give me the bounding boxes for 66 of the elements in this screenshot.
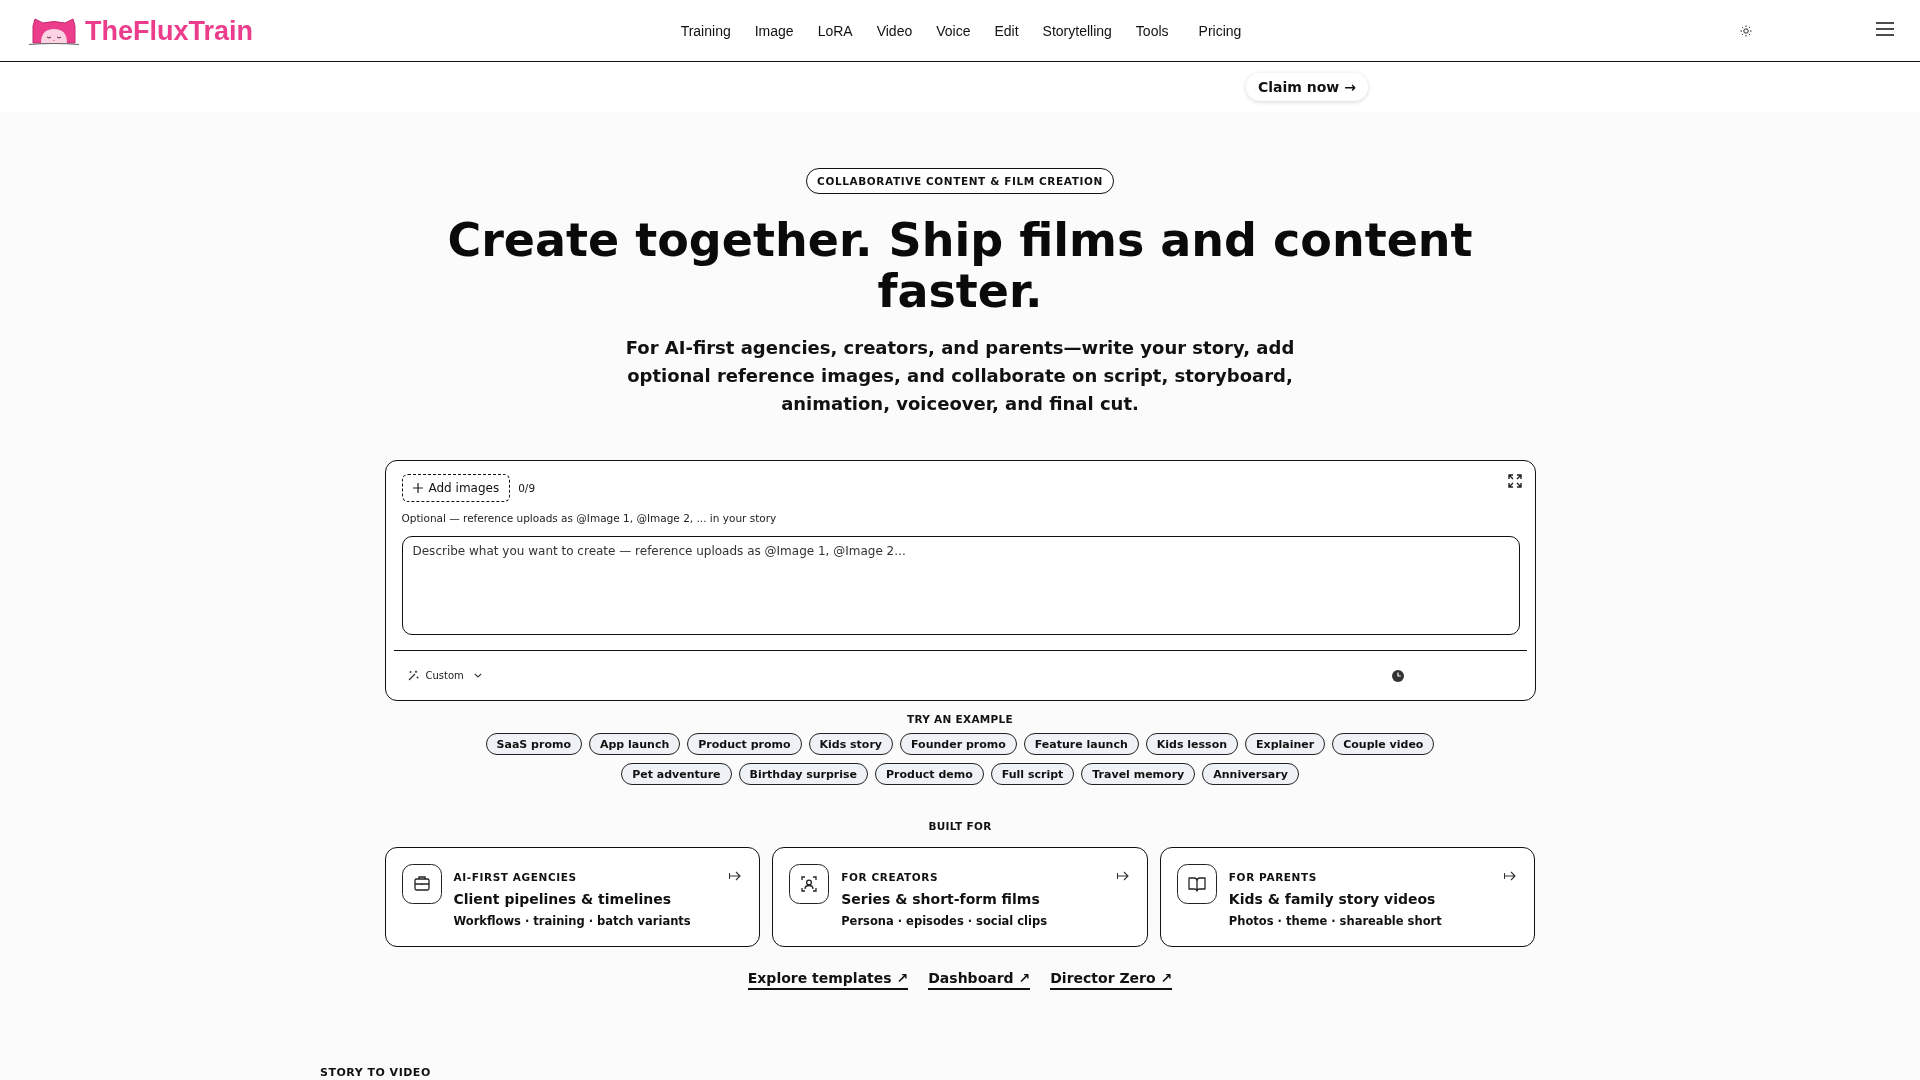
card-title: Kids & family story videos <box>1228 890 1437 909</box>
sun-icon[interactable] <box>1740 25 1752 37</box>
footer-link[interactable]: Director Zero ↗ <box>1050 969 1173 991</box>
expand-icon[interactable] <box>1507 474 1522 489</box>
nav-link[interactable]: Edit <box>994 23 1019 39</box>
card-title: Series & short-form films <box>841 890 1041 909</box>
nav-link[interactable]: Pricing <box>1198 23 1242 39</box>
example-chip[interactable]: App launch <box>588 733 681 756</box>
section-heading: STORY TO VIDEO <box>320 1066 432 1079</box>
briefcase-icon <box>401 864 442 905</box>
upload-hint: Optional — reference uploads as @Image 1, @Image 2, ... in your story <box>401 511 778 526</box>
example-chip[interactable]: Explainer <box>1245 733 1326 756</box>
add-images-button[interactable]: Add images <box>401 474 511 503</box>
category-badge: COLLABORATIVE CONTENT & FILM CREATION <box>806 168 1114 194</box>
example-chip[interactable]: Pet adventure <box>621 763 732 786</box>
nav-link[interactable]: Voice <box>936 23 971 39</box>
footer-link[interactable]: Dashboard ↗ <box>928 969 1031 991</box>
nav-link[interactable]: Storytelling <box>1042 23 1112 39</box>
example-chip[interactable]: Kids lesson <box>1145 733 1239 756</box>
example-chip[interactable]: SaaS promo <box>485 733 582 756</box>
arrow-right-icon <box>1504 871 1517 882</box>
claim-now-button[interactable]: Claim now → <box>1246 73 1368 101</box>
wand-icon <box>407 670 419 682</box>
brand-link[interactable]: TheFluxTrain <box>28 16 254 47</box>
nav-link[interactable]: Tools <box>1135 23 1169 39</box>
example-chip[interactable]: Feature launch <box>1023 733 1139 756</box>
example-chip[interactable]: Anniversary <box>1202 763 1299 786</box>
card-eyebrow: FOR CREATORS <box>841 870 940 885</box>
arrow-right-icon <box>729 871 742 882</box>
hero-subtitle: For AI-first agencies, creators, and parents—write your story, add optional reference images, and collaborate on script, storyboard, animation, voiceover, and final cut. <box>624 336 1296 417</box>
hero-title: Create together. Ship films and content faster. <box>446 215 1474 317</box>
nav-link[interactable]: Image <box>754 23 794 39</box>
person-frame-icon <box>789 864 830 905</box>
audience-card[interactable]: FOR CREATORS Series & short-form films Persona · episodes · social clips <box>772 847 1148 948</box>
example-chip[interactable]: Founder promo <box>900 733 1017 756</box>
clock-icon[interactable] <box>1391 669 1404 682</box>
mode-select[interactable]: Custom <box>407 670 482 682</box>
card-title: Client pipelines & timelines <box>453 890 673 909</box>
open-book-icon <box>1176 864 1217 905</box>
menu-icon[interactable] <box>1876 21 1894 36</box>
card-details: Workflows · training · batch variants <box>453 914 692 930</box>
example-chip[interactable]: Kids story <box>808 733 894 756</box>
prompt-field[interactable]: Describe what you want to create — reference uploads as @Image 1, @Image 2... <box>401 536 1520 636</box>
nav-link[interactable]: Video <box>876 23 913 39</box>
example-chip[interactable]: Product promo <box>687 733 802 756</box>
card-details: Persona · episodes · social clips <box>841 914 1049 930</box>
arrow-right-icon <box>1116 871 1129 882</box>
nav-link[interactable]: LoRA <box>817 23 853 39</box>
example-chip[interactable]: Product demo <box>875 763 984 786</box>
logo-icon <box>28 16 80 47</box>
example-chip[interactable]: Travel memory <box>1081 763 1196 786</box>
example-chip[interactable]: Couple video <box>1332 733 1435 756</box>
nav-link[interactable]: Training <box>680 23 731 39</box>
audience-card[interactable]: AI-FIRST AGENCIES Client pipelines & timelines Workflows · training · batch variants <box>384 847 761 948</box>
card-eyebrow: FOR PARENTS <box>1228 870 1318 885</box>
audience-card[interactable]: FOR PARENTS Kids & family story videos Photos · theme · shareable short <box>1159 847 1536 948</box>
plus-icon <box>412 483 423 494</box>
card-eyebrow: AI-FIRST AGENCIES <box>453 870 578 885</box>
example-chip[interactable]: Full script <box>990 763 1075 786</box>
examples-heading: TRY AN EXAMPLE <box>906 712 1014 727</box>
example-chip[interactable]: Birthday surprise <box>738 763 869 786</box>
footer-link[interactable]: Explore templates ↗ <box>747 969 909 991</box>
built-for-heading: BUILT FOR <box>928 819 992 834</box>
chevron-down-icon <box>473 673 482 679</box>
card-details: Photos · theme · shareable short <box>1228 914 1443 930</box>
image-count: 0/9 <box>518 482 536 495</box>
